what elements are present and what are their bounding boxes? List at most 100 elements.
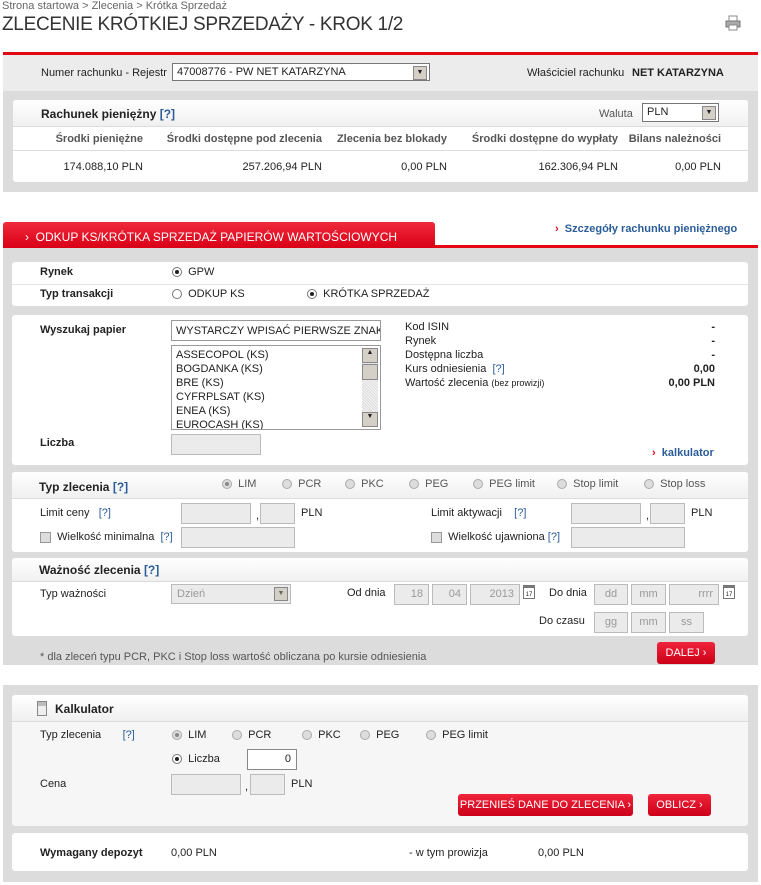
help-link[interactable]: [?] [160,531,172,543]
account-select[interactable]: 47008776 - PW NET KATARZYNA ▼ [172,63,430,81]
print-icon[interactable] [725,15,741,31]
scroll-down-icon[interactable]: ▼ [362,412,378,427]
visible-size-checkbox[interactable] [431,531,442,543]
currency-label: Waluta [599,108,633,120]
account-value: 47008776 - PW NET KATARZYNA [177,66,346,78]
price-limit-int[interactable] [181,503,251,524]
footnote: * dla zleceń typu PCR, PKC i Stop loss w… [40,651,427,663]
to-day[interactable]: dd [594,584,628,605]
radio-peg-limit[interactable]: PEG limit [473,478,535,490]
order-type-label: Typ zlecenia [39,480,110,494]
validity-type-value: Dzień [177,588,206,600]
radio-krotka-sprzedaz[interactable]: KRÓTKA SPRZEDAŻ [307,288,429,300]
radio-icon [302,730,312,741]
transfer-data-button[interactable]: PRZENIEŚ DANE DO ZLECENIA › [458,794,633,816]
calculate-button[interactable]: OBLICZ › [648,794,711,816]
help-link[interactable]: [?] [113,480,128,494]
calculator-panel: Kalkulator Typ zlecenia [?] LIM PCR PKC … [12,695,748,826]
to-year[interactable]: rrrr [669,584,719,605]
help-link[interactable]: [?] [160,107,175,121]
list-item[interactable]: ENEA (KS) [176,404,376,418]
radio-label: PCR [298,478,322,490]
radio-gpw[interactable]: GPW [172,266,214,278]
help-link[interactable]: [?] [514,507,526,519]
validity-label: Ważność zlecenia [39,563,141,577]
market-label: Rynek [40,266,74,278]
security-list[interactable]: ASSECOPOL (KS) BOGDANKA (KS) BRE (KS) CY… [171,345,381,430]
calc-radio-peg-limit[interactable]: PEG limit [426,729,488,741]
min-size-input[interactable] [181,527,295,548]
activation-label: Limit aktywacji [431,507,502,519]
security-panel: Wyszukaj papier WYSTARCZY WPISAĆ PIERWSZ… [12,315,748,465]
radio-icon [360,730,370,741]
list-item[interactable]: ASSECOPOL (KS) [176,348,376,362]
scroll-up-icon[interactable]: ▲ [362,348,378,363]
help-link[interactable]: [?] [144,563,159,577]
validity-type-select[interactable]: Dzień ▼ [171,584,291,604]
help-link[interactable]: [?] [99,507,111,519]
activation-dec[interactable] [650,503,685,524]
calc-price-int[interactable] [171,774,241,795]
help-link[interactable]: [?] [123,729,135,741]
calc-radio-peg[interactable]: PEG [360,729,399,741]
min-size-label: Wielkość minimalna [57,531,155,543]
tab-short-sale[interactable]: › ODKUP KS/KRÓTKA SPRZEDAŻ PAPIERÓW WART… [3,222,435,248]
list-item[interactable]: EUROCASH (KS) [176,418,376,429]
activation-int[interactable] [571,503,641,524]
radio-lim[interactable]: LIM [222,478,256,490]
row-divider [12,284,748,285]
radio-stop-loss[interactable]: Stop loss [644,478,705,490]
scrollbar[interactable]: ▲ ▼ [362,348,378,427]
radio-stop-limit[interactable]: Stop limit [557,478,618,490]
time-second[interactable]: ss [669,612,704,633]
radio-icon [222,479,232,490]
calc-radio-qty[interactable]: Liczba [172,753,220,765]
next-button[interactable]: DALEJ › [657,642,715,664]
min-size-checkbox[interactable] [40,531,51,543]
list-item[interactable]: BRE (KS) [176,376,376,390]
list-item[interactable]: BOGDANKA (KS) [176,362,376,376]
row-divider [13,150,748,151]
owner-value: NET KATARZYNA [632,67,724,79]
calculator-link[interactable]: › kalkulator [652,447,714,459]
calculator-icon [37,701,47,716]
radio-label: Liczba [188,753,220,765]
time-hour[interactable]: gg [594,612,628,633]
chevron-right-icon: › [555,223,559,235]
radio-icon [172,754,182,765]
comma: , [646,510,650,522]
calc-radio-lim[interactable]: LIM [172,729,206,741]
account-details-link[interactable]: › Szczegóły rachunku pieniężnego [555,223,737,235]
cash-value: 0,00 PLN [401,161,447,173]
calendar-icon[interactable]: 17 [723,585,735,599]
calc-radio-pkc[interactable]: PKC [302,729,341,741]
price-limit-dec[interactable] [260,503,295,524]
to-month[interactable]: mm [631,584,666,605]
radio-pcr[interactable]: PCR [282,478,321,490]
breadcrumb[interactable]: Strona startowa > Zlecenia > Krótka Sprz… [2,0,227,12]
radio-odkup-ks[interactable]: ODKUP KS [172,288,245,300]
time-minute[interactable]: mm [631,612,666,633]
help-link[interactable]: [?] [548,531,560,543]
from-year[interactable]: 2013 [470,584,520,605]
calendar-icon[interactable]: 17 [523,585,535,599]
radio-pkc[interactable]: PKC [345,478,384,490]
scrollbar-thumb[interactable] [362,364,378,380]
col-header: Środki dostępne pod zlecenia [166,133,322,145]
qty-input[interactable] [171,434,261,455]
calc-price-dec[interactable] [250,774,285,795]
market-info-label: Rynek [405,335,437,347]
visible-size-input[interactable] [571,527,685,548]
calc-radio-pcr[interactable]: PCR [232,729,271,741]
page-title: ZLECENIE KRÓTKIEJ SPRZEDAŻY - KROK 1/2 [2,14,404,35]
currency-select[interactable]: PLN ▼ [642,103,719,122]
calc-qty-input[interactable]: 0 [247,749,297,770]
help-link[interactable]: [?] [492,363,504,375]
from-day[interactable]: 18 [394,584,429,605]
radio-peg[interactable]: PEG [409,478,448,490]
chevron-right-icon: › [25,230,36,244]
from-month[interactable]: 04 [432,584,467,605]
list-item[interactable]: CYFRPLSAT (KS) [176,390,376,404]
search-input[interactable]: WYSTARCZY WPISAĆ PIERWSZE ZNAKI [171,320,381,341]
order-value-note: (bez prowizji) [491,378,545,388]
